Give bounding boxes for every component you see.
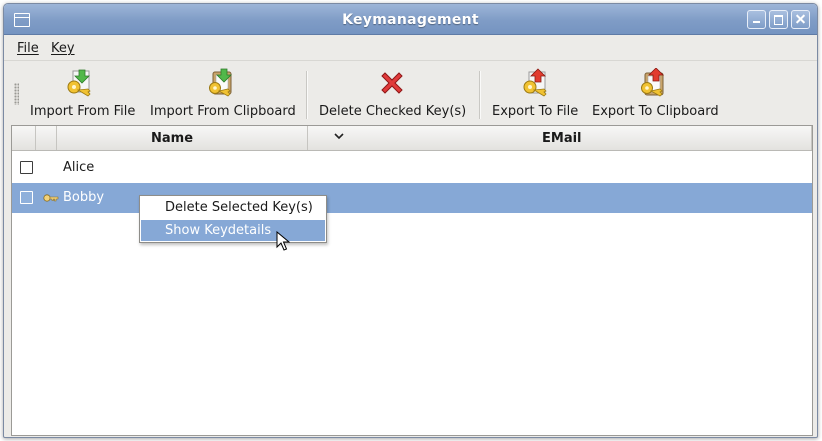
minimize-button[interactable]	[747, 10, 766, 29]
column-header-name-label: Name	[151, 131, 194, 146]
toolbar: Import From File Import From Clipboard D…	[4, 60, 817, 125]
export-to-clipboard-button[interactable]: Export To Clipboard	[588, 61, 724, 123]
close-button[interactable]	[791, 10, 810, 29]
column-header-check[interactable]	[12, 126, 36, 150]
column-header-icon[interactable]	[36, 126, 57, 150]
delete-checked-keys-label: Delete Checked Key(s)	[319, 104, 467, 119]
key-icon	[43, 194, 59, 202]
context-menu: Delete Selected Key(s) Show Keydetails	[139, 195, 327, 243]
toolbar-separator	[306, 71, 308, 119]
context-menu-item-label: Delete Selected Key(s)	[165, 200, 313, 215]
key-list[interactable]: Name EMail Alice Bobby	[11, 125, 813, 436]
row-name: Bobby	[63, 190, 105, 205]
clipboard-key-import-icon	[209, 68, 232, 97]
column-header-name[interactable]: Name	[57, 126, 344, 150]
row-checkbox[interactable]	[20, 161, 33, 174]
mouse-pointer-icon	[276, 231, 290, 251]
export-to-file-label: Export To File	[492, 104, 579, 119]
context-menu-item-delete-selected[interactable]: Delete Selected Key(s)	[141, 197, 325, 218]
export-to-clipboard-label: Export To Clipboard	[592, 104, 719, 119]
table-row[interactable]: Alice	[12, 153, 812, 183]
import-from-file-button[interactable]: Import From File	[26, 61, 136, 123]
table-row[interactable]: Bobby	[12, 183, 812, 213]
row-checkbox[interactable]	[20, 191, 33, 204]
key-import-icon	[67, 69, 91, 97]
key-export-icon	[523, 68, 547, 97]
window-title: Keymanagement	[342, 12, 479, 28]
keymanagement-window: Keymanagement File Key Import From File	[3, 3, 818, 438]
title-bar[interactable]: Keymanagement	[4, 4, 817, 35]
column-header-email-label: EMail	[542, 131, 582, 146]
menu-bar: File Key	[4, 35, 817, 59]
clipboard-key-export-icon	[641, 68, 664, 97]
menu-key[interactable]: Key	[51, 41, 75, 56]
delete-x-icon	[381, 72, 403, 94]
toolbar-grip-handle[interactable]	[14, 83, 19, 105]
context-menu-item-show-keydetails[interactable]: Show Keydetails	[141, 220, 325, 241]
maximize-button[interactable]	[769, 10, 788, 29]
toolbar-separator	[479, 71, 481, 119]
import-from-clipboard-label: Import From Clipboard	[150, 104, 296, 119]
column-header-email[interactable]: EMail	[308, 126, 812, 150]
import-from-clipboard-button[interactable]: Import From Clipboard	[146, 61, 296, 123]
menu-file[interactable]: File	[17, 41, 39, 56]
row-name: Alice	[63, 160, 95, 175]
delete-checked-keys-button[interactable]: Delete Checked Key(s)	[315, 61, 469, 123]
list-header: Name EMail	[12, 126, 812, 151]
context-menu-item-label: Show Keydetails	[165, 223, 272, 238]
import-from-file-label: Import From File	[30, 104, 136, 119]
export-to-file-button[interactable]: Export To File	[488, 61, 584, 123]
